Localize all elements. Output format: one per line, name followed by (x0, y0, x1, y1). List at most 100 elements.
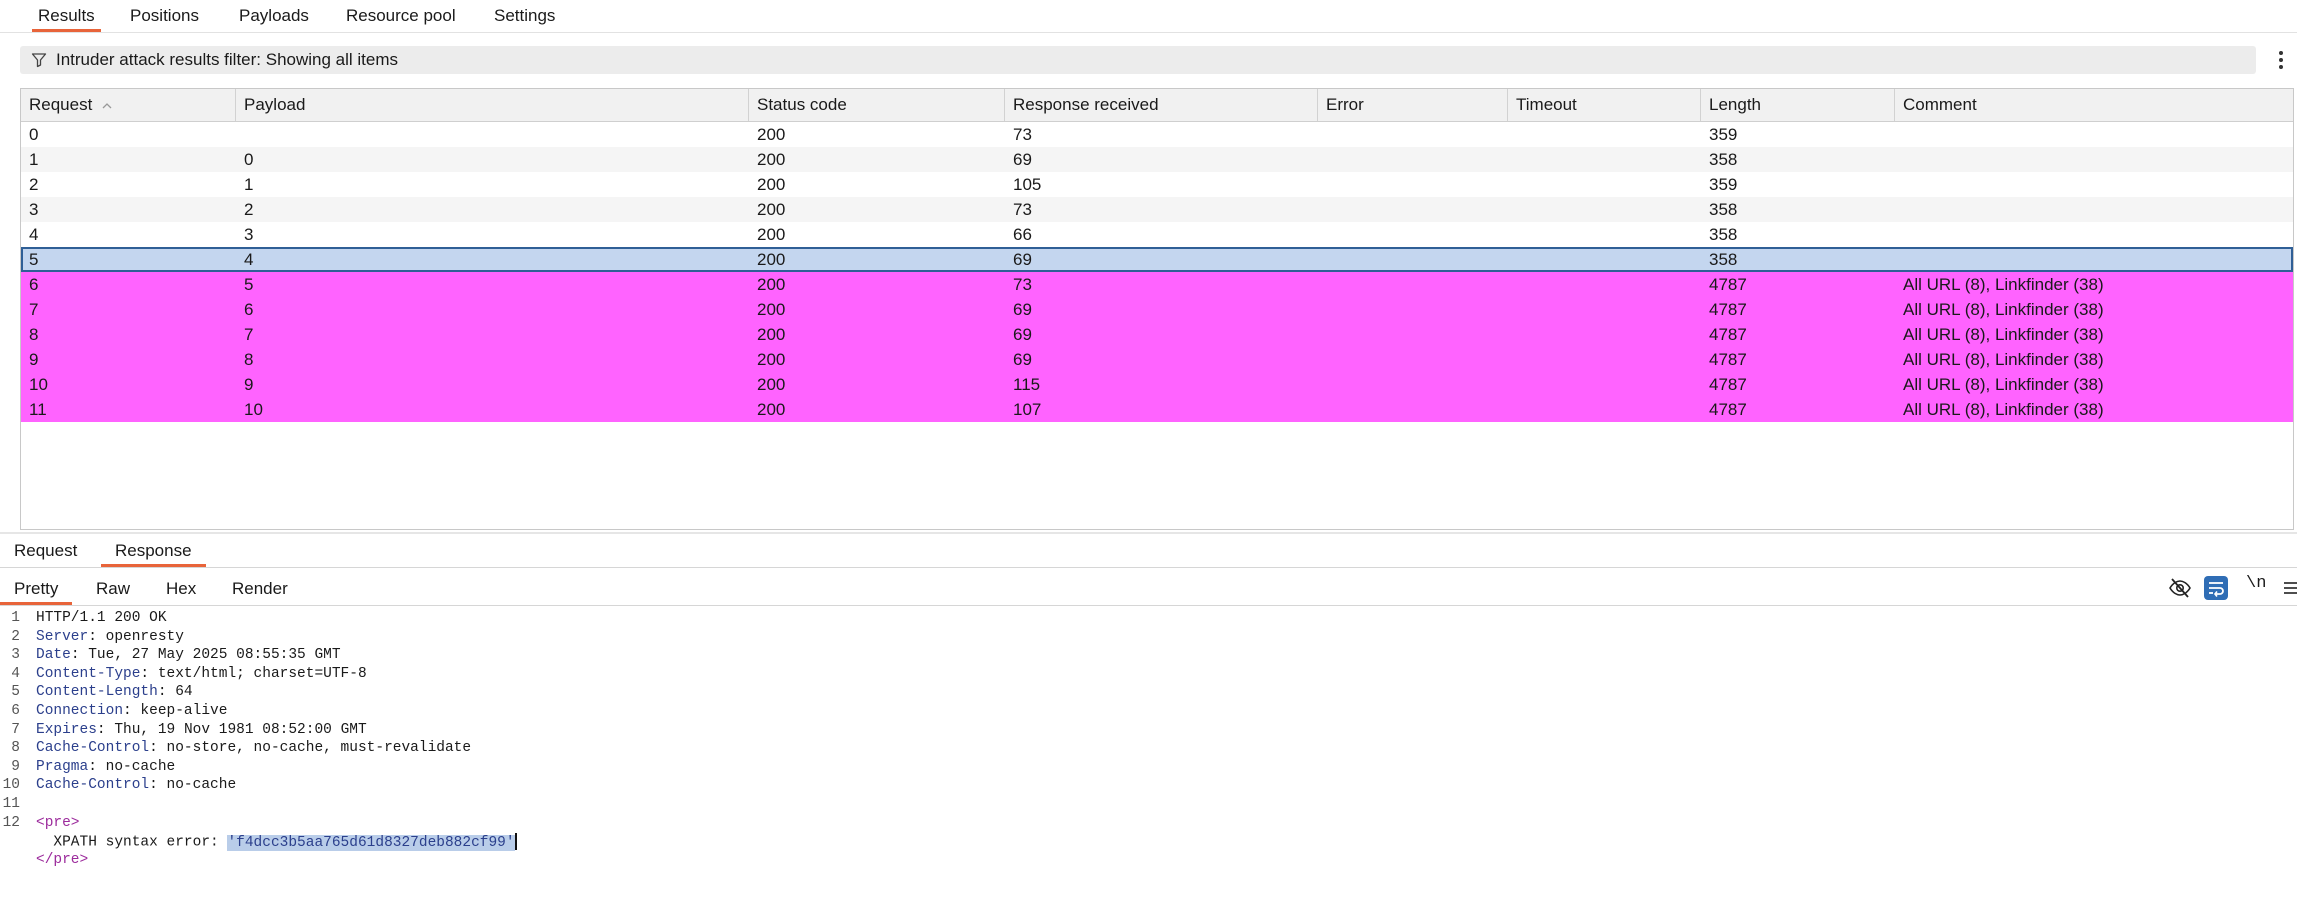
tab-resource-pool[interactable]: Resource pool (340, 0, 462, 32)
cell-status: 200 (757, 400, 786, 419)
tab-results[interactable]: Results (32, 0, 101, 32)
tab-settings[interactable]: Settings (488, 0, 561, 32)
cell-comment: All URL (8), Linkfinder (38) (1903, 325, 2104, 344)
cell-payload: 1 (244, 175, 254, 194)
cell-timeout (1508, 122, 1516, 147)
cell-request: 11 (29, 400, 47, 419)
cell-error (1318, 297, 1326, 322)
column-header-comment[interactable]: Comment (1895, 89, 2293, 121)
header-value: openresty (105, 628, 184, 645)
tab-payloads[interactable]: Payloads (233, 0, 315, 32)
cell-error (1318, 172, 1326, 197)
filter-icon (31, 53, 47, 68)
response-editor[interactable]: 1 HTTP/1.1 200 OK 2 Server: openresty 3 Date:… (0, 610, 2297, 903)
cell-error (1318, 147, 1326, 172)
divider (0, 32, 2297, 33)
cell-comment: All URL (8), Linkfinder (38) (1903, 275, 2104, 294)
cell-timeout (1508, 172, 1516, 197)
cell-status: 200 (757, 325, 786, 344)
table-row[interactable]: 1 0 200 69 358 (21, 147, 2293, 172)
hide-icon[interactable] (2168, 576, 2192, 600)
column-header-length[interactable]: Length (1701, 89, 1895, 121)
table-row[interactable]: 9 8 200 69 4787 All URL (8), Linkfinder (38) (21, 347, 2293, 372)
column-header-timeout[interactable]: Timeout (1508, 89, 1701, 121)
line-number: 10 (2, 777, 20, 794)
header-value: no-cache (166, 777, 237, 794)
cell-comment (1895, 247, 1903, 272)
cell-length: 358 (1709, 150, 1738, 169)
table-row[interactable]: 4 3 200 66 358 (21, 222, 2293, 247)
cell-comment: All URL (8), Linkfinder (38) (1903, 400, 2104, 419)
header-name: Pragma (36, 758, 89, 775)
header-value: Tue, 27 May 2025 08:55:35 GMT (88, 647, 341, 664)
tab-render[interactable]: Render (218, 572, 302, 605)
cell-error (1318, 272, 1326, 297)
tab-raw[interactable]: Raw (82, 572, 144, 605)
cell-error (1318, 247, 1326, 272)
cell-status: 200 (757, 200, 786, 219)
code-line: Content-Type: text/html; charset=UTF-8 (36, 665, 367, 682)
cell-request: 8 (29, 325, 39, 344)
cell-status: 200 (757, 225, 786, 244)
table-row[interactable]: 5 4 200 69 358 (21, 247, 2293, 272)
cell-response: 69 (1013, 350, 1032, 369)
cell-error (1318, 222, 1326, 247)
tab-response[interactable]: Response (101, 534, 206, 567)
cell-request: 4 (29, 225, 39, 244)
cell-status: 200 (757, 125, 786, 144)
column-header-error[interactable]: Error (1318, 89, 1508, 121)
cell-payload (236, 122, 244, 147)
header-value: no-store, no-cache, must-revalidate (166, 740, 472, 757)
cell-status: 200 (757, 175, 786, 194)
line-number: 11 (2, 796, 20, 812)
cell-error (1318, 347, 1326, 372)
column-header-response-received[interactable]: Response received (1005, 89, 1318, 121)
table-header: Request Payload Status code Response rec… (21, 89, 2293, 122)
table-row[interactable]: 10 9 200 115 4787 All URL (8), Linkfinder (38… (21, 372, 2293, 397)
table-row[interactable]: 2 1 200 105 359 (21, 172, 2293, 197)
table-row[interactable]: 3 2 200 73 358 (21, 197, 2293, 222)
newline-icon[interactable]: \n (2246, 574, 2266, 598)
cell-length: 4787 (1709, 300, 1747, 319)
cell-response: 69 (1013, 325, 1032, 344)
body-text: </pre> (36, 851, 89, 868)
table-row[interactable]: 11 10 200 107 4787 All URL (8), Linkfinder (3… (21, 397, 2293, 422)
table-row[interactable]: 7 6 200 69 4787 All URL (8), Linkfinder (38) (21, 297, 2293, 322)
header-value: keep-alive (140, 703, 228, 719)
menu-icon[interactable] (2282, 576, 2297, 600)
cell-request: 0 (29, 125, 39, 144)
cell-comment: All URL (8), Linkfinder (38) (1903, 375, 2104, 394)
header-value: text/html; charset=UTF-8 (157, 665, 367, 682)
table-row[interactable]: 8 7 200 69 4787 All URL (8), Linkfinder (38) (21, 322, 2293, 347)
cell-timeout (1508, 197, 1516, 222)
more-options-icon[interactable] (2276, 48, 2286, 72)
code-line: <pre> (36, 815, 80, 831)
cell-response: 73 (1013, 200, 1032, 219)
cell-length: 4787 (1709, 325, 1747, 344)
tab-request[interactable]: Request (0, 534, 91, 567)
cell-status: 200 (757, 150, 786, 169)
cell-status: 200 (757, 350, 786, 369)
cell-timeout (1508, 297, 1516, 322)
cell-request: 3 (29, 200, 39, 219)
cell-length: 4787 (1709, 275, 1747, 294)
table-row[interactable]: 6 5 200 73 4787 All URL (8), Linkfinder (38) (21, 272, 2293, 297)
header-name: Expires (36, 721, 97, 738)
cell-comment (1895, 222, 1903, 247)
table-row[interactable]: 0 200 73 359 (21, 122, 2293, 147)
results-filter-bar[interactable]: Intruder attack results filter: Showing … (20, 46, 2256, 74)
wrap-icon[interactable] (2204, 576, 2228, 600)
column-header-request[interactable]: Request (21, 89, 236, 121)
cell-response: 73 (1013, 275, 1032, 294)
tab-hex[interactable]: Hex (152, 572, 210, 605)
cell-comment: All URL (8), Linkfinder (38) (1903, 300, 2104, 319)
column-header-payload[interactable]: Payload (236, 89, 749, 121)
tab-pretty[interactable]: Pretty (0, 572, 73, 605)
column-header-status-code[interactable]: Status code (749, 89, 1005, 121)
cell-comment (1895, 197, 1903, 222)
header-value: Thu, 19 Nov 1981 08:52:00 GMT (114, 721, 367, 738)
filter-label: Intruder attack results filter: Showing … (56, 50, 399, 69)
tab-positions[interactable]: Positions (124, 0, 205, 32)
code-line: XPATH syntax error: 'f4dcc3b5aa765d61d83… (36, 833, 517, 851)
header-value: no-cache (105, 758, 176, 775)
